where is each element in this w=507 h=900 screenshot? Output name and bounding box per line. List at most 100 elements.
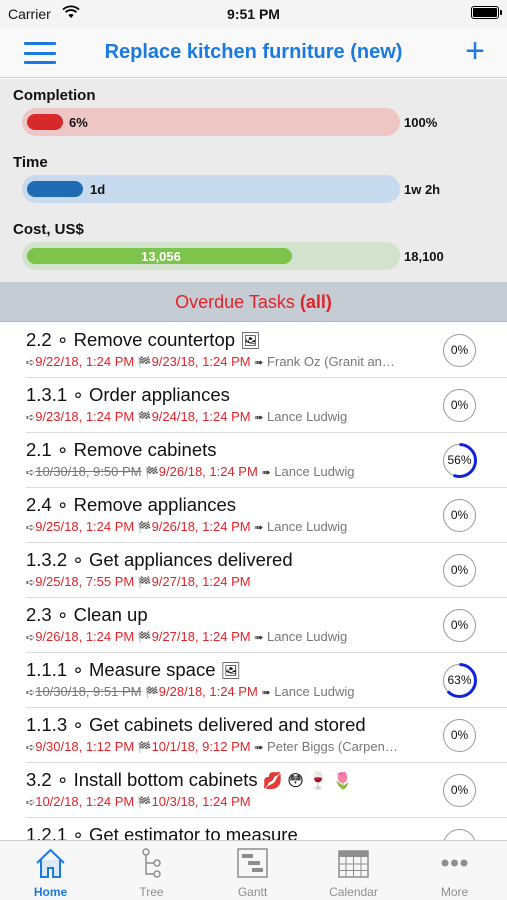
menu-icon[interactable] <box>24 42 56 64</box>
task-title: 1.1.1 ∘ Measure space 🖼 <box>26 659 241 681</box>
assignee-arrow-icon: ➠ <box>261 467 271 479</box>
tab-gantt-label: Gantt <box>237 885 268 899</box>
tab-home[interactable]: Home <box>0 841 101 900</box>
progress-percent: 0% <box>450 508 469 522</box>
task-title-text: 1.3.2 ∘ Get appliances delivered <box>26 549 293 570</box>
due-flag-icon: 🏁 <box>137 742 152 754</box>
progress-circle[interactable]: 0% <box>441 607 478 644</box>
assignee-arrow-icon: ➠ <box>254 522 264 534</box>
due-flag-icon: 🏁 <box>137 412 152 424</box>
task-title-text: 2.4 ∘ Remove appliances <box>26 494 237 515</box>
task-row[interactable]: 3.2 ∘ Install bottom cabinets 💋 😳 🍷 🌷 ➪10… <box>26 763 507 818</box>
task-attachments: 🖼 <box>240 333 261 350</box>
task-title: 1.3.2 ∘ Get appliances delivered <box>26 549 293 571</box>
task-title-text: 1.1.1 ∘ Measure space <box>26 659 216 680</box>
task-attachments: 🖼 <box>220 663 241 680</box>
more-icon <box>438 847 471 879</box>
task-meta: ➪9/23/18, 1:24 PM 🏁9/24/18, 1:24 PM ➠ La… <box>26 409 438 424</box>
assignee-arrow-icon: ➠ <box>254 357 264 369</box>
time-label: Time <box>13 154 48 171</box>
task-title: 2.2 ∘ Remove countertop 🖼 <box>26 329 260 351</box>
tab-tree-label: Tree <box>139 885 164 899</box>
task-due-date: 9/24/18, 1:24 PM <box>151 409 251 424</box>
assignee-arrow-icon: ➠ <box>254 412 264 424</box>
task-assignee: Frank Oz (Granit an… <box>267 354 395 369</box>
completion-label: Completion <box>13 87 96 104</box>
tab-tree[interactable]: Tree <box>101 841 202 900</box>
progress-circle[interactable]: 0% <box>441 552 478 589</box>
start-date-icon: ➪ <box>26 467 36 479</box>
progress-circle[interactable]: 0% <box>441 497 478 534</box>
start-date-icon: ➪ <box>26 357 36 369</box>
task-meta: ➪10/30/18, 9:50 PM 🏁9/26/18, 1:24 PM ➠ L… <box>26 464 438 479</box>
add-button[interactable]: + <box>465 34 485 68</box>
navigation-bar: Replace kitchen furniture (new) + <box>0 28 507 78</box>
progress-circle[interactable]: 56% <box>441 442 478 479</box>
task-row[interactable]: 1.3.2 ∘ Get appliances delivered ➪9/25/1… <box>26 543 507 598</box>
task-title-text: 2.2 ∘ Remove countertop <box>26 329 236 350</box>
tab-calendar[interactable]: Calendar <box>303 841 404 900</box>
progress-percent: 63% <box>447 673 472 687</box>
task-title: 1.2.1 ∘ Get estimator to measure <box>26 824 298 840</box>
progress-circle[interactable]: 63% <box>441 662 478 699</box>
task-row[interactable]: 2.4 ∘ Remove appliances ➪9/25/18, 1:24 P… <box>26 488 507 543</box>
task-start-date: 9/22/18, 1:24 PM <box>35 354 135 369</box>
progress-circle[interactable]: 0% <box>441 772 478 809</box>
completion-bar: 6% <box>22 108 400 136</box>
project-summary: Completion 6% 100% Time 1d 1w 2h Cost, U… <box>0 79 507 282</box>
task-meta: ➪9/22/18, 1:24 PM 🏁9/23/18, 1:24 PM ➠ Fr… <box>26 354 438 369</box>
task-title: 2.4 ∘ Remove appliances <box>26 494 236 516</box>
start-date-icon: ➪ <box>26 412 36 424</box>
assignee-arrow-icon: ➠ <box>254 742 264 754</box>
task-row[interactable]: 1.1.1 ∘ Measure space 🖼 ➪10/30/18, 9:51 P… <box>26 653 507 708</box>
progress-percent: 0% <box>450 618 469 632</box>
task-title: 2.1 ∘ Remove cabinets <box>26 439 217 461</box>
clock: 9:51 PM <box>227 6 280 22</box>
tab-home-label: Home <box>33 885 68 899</box>
task-row[interactable]: 1.1.3 ∘ Get cabinets delivered and store… <box>26 708 507 763</box>
task-due-date: 9/27/18, 1:24 PM <box>151 629 251 644</box>
task-row[interactable]: 2.3 ∘ Clean up ➪9/26/18, 1:24 PM 🏁9/27/1… <box>26 598 507 653</box>
tab-bar: Home Tree Gantt Calendar More <box>0 840 507 900</box>
tab-gantt[interactable]: Gantt <box>202 841 303 900</box>
completion-bar-fill <box>27 114 63 130</box>
assignee-arrow-icon: ➠ <box>261 687 271 699</box>
progress-percent: 0% <box>450 783 469 797</box>
task-due-date: 9/26/18, 1:24 PM <box>158 464 258 479</box>
overdue-tasks-title: Overdue Tasks <box>175 292 300 312</box>
task-start-date: 10/30/18, 9:51 PM <box>35 684 142 699</box>
task-title: 2.3 ∘ Clean up <box>26 604 148 626</box>
task-list[interactable]: 2.2 ∘ Remove countertop 🖼 ➪9/22/18, 1:24 … <box>0 323 507 840</box>
progress-percent: 0% <box>450 343 469 357</box>
completion-value: 6% <box>69 115 88 130</box>
due-flag-icon: 🏁 <box>137 522 152 534</box>
completion-max: 100% <box>404 115 438 130</box>
status-bar: Carrier 9:51 PM <box>0 0 507 28</box>
due-flag-icon: 🏁 <box>137 357 152 369</box>
gantt-icon <box>236 847 269 879</box>
project-title: Replace kitchen furniture (new) <box>104 41 403 63</box>
task-start-date: 9/23/18, 1:24 PM <box>35 409 135 424</box>
start-date-icon: ➪ <box>26 797 36 809</box>
tab-more[interactable]: More <box>404 841 505 900</box>
task-title: 1.3.1 ∘ Order appliances <box>26 384 230 406</box>
task-title: 1.1.3 ∘ Get cabinets delivered and store… <box>26 714 366 736</box>
time-max: 1w 2h <box>404 182 441 197</box>
task-attachments: 💋 😳 🍷 🌷 <box>262 773 353 790</box>
progress-percent: 0% <box>450 728 469 742</box>
task-row[interactable]: 1.2.1 ∘ Get estimator to measure ➪ 🏁 0% <box>26 818 507 840</box>
task-assignee: Peter Biggs (Carpen… <box>267 739 398 754</box>
task-row[interactable]: 2.1 ∘ Remove cabinets ➪10/30/18, 9:50 PM… <box>26 433 507 488</box>
task-start-date: 10/30/18, 9:50 PM <box>35 464 142 479</box>
overdue-filter-toggle[interactable]: (all) <box>300 292 332 312</box>
task-assignee: Lance Ludwig <box>267 519 348 534</box>
task-row[interactable]: 1.3.1 ∘ Order appliances ➪9/23/18, 1:24 … <box>26 378 507 433</box>
task-title-text: 2.3 ∘ Clean up <box>26 604 148 625</box>
task-row[interactable]: 2.2 ∘ Remove countertop 🖼 ➪9/22/18, 1:24 … <box>26 323 507 378</box>
start-date-icon: ➪ <box>26 577 36 589</box>
progress-circle[interactable]: 0% <box>441 332 478 369</box>
progress-circle[interactable]: 0% <box>441 717 478 754</box>
progress-circle[interactable]: 0% <box>441 387 478 424</box>
due-flag-icon: 🏁 <box>145 467 159 479</box>
progress-circle[interactable]: 0% <box>441 827 478 840</box>
